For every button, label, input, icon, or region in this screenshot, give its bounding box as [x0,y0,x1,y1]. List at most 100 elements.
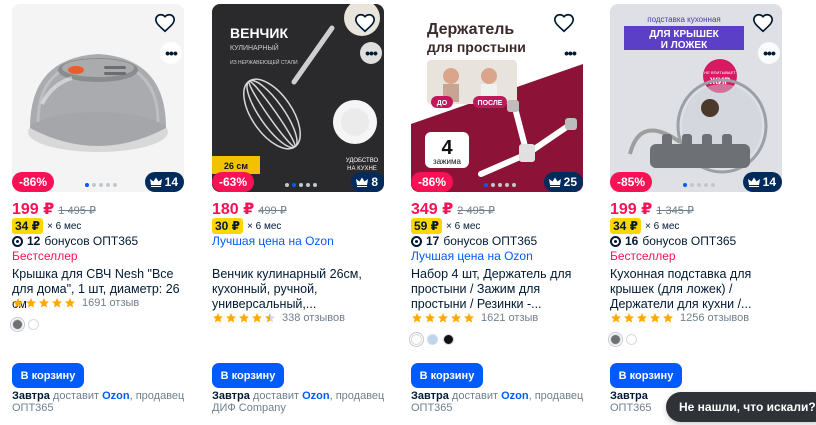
more-dots-icon[interactable]: ••• [559,42,581,64]
installment: 34 ₽ × 6 мес [610,218,679,234]
add-to-cart-button[interactable]: В корзину [610,363,682,388]
installment-term: × 6 мес [47,220,82,232]
installment-term: × 6 мес [446,220,481,232]
star-icon [438,313,448,323]
product-image[interactable]: подставка кухонная ДЛЯ КРЫШЕК И ЛОЖЕК НЕ… [610,4,782,192]
installment-term: × 6 мес [645,220,680,232]
add-to-cart-button[interactable]: В корзину [212,363,284,388]
seller-name[interactable]: ОПТ365 [411,402,453,414]
star-icon [663,313,673,323]
product-title[interactable]: Кухонная подставка для крышек (для ложек… [610,267,760,312]
crown-icon [548,177,561,187]
votes-count: 14 [762,175,776,189]
star-icon [39,298,49,308]
heart-outline-icon[interactable] [752,12,774,34]
image-dots [683,183,715,189]
heart-outline-icon[interactable] [354,12,376,34]
old-price: 1 495 ₽ [58,205,96,217]
product-card-4[interactable]: подставка кухонная ДЛЯ КРЫШЕК И ЛОЖЕК НЕ… [610,0,788,425]
star-icon [213,313,223,323]
reviews-count[interactable]: 1256 отзывов [680,312,749,324]
price: 349 ₽ [411,201,454,218]
image-count: 4 [441,137,453,159]
color-swatch[interactable] [626,334,637,345]
seller-name[interactable]: ОПТ365 [610,402,652,414]
add-to-cart-button[interactable]: В корзину [411,363,483,388]
reviews-count[interactable]: 338 отзывов [282,312,345,324]
star-icon [624,313,634,323]
product-card-3[interactable]: Держатель для простыни ДО ПОСЛЕ 4 зажима… [411,0,589,425]
votes-badge: 14 [144,172,184,192]
delivery-text: доставит [252,390,300,402]
color-swatch[interactable] [12,319,23,330]
star-icon [637,313,647,323]
product-title[interactable]: Венчик кулинарный 26см, кухонный, ручной… [212,267,384,312]
delivery-info: Завтра доставит Ozon, продавец ОПТ365 [411,390,589,414]
color-swatch[interactable] [28,319,39,330]
delivery-seller-label: , продавец [329,390,385,402]
delivery-when: Завтра [610,390,648,402]
product-title[interactable]: Набор 4 шт, Держатель для простыни / Заж… [411,267,583,312]
more-dots-icon[interactable]: ••• [160,42,182,64]
help-chat-button[interactable]: Не нашли, что искали? [666,392,816,422]
rating: 1621 отзыв [411,312,538,324]
bestseller-tag: Бестселлер [12,249,78,263]
price: 199 ₽ [610,201,653,218]
product-image[interactable]: 26 см ВЕНЧИК КУЛИНАРНЫЙ ИЗ НЕРЖАВЕЮЩЕЙ С… [212,4,384,192]
seller-name[interactable]: ОПТ365 [12,402,54,414]
price-row: 199 ₽ 1 345 ₽ [610,199,694,219]
color-swatches [411,334,454,345]
installment-price: 59 ₽ [411,218,443,234]
bonus-text: бонусов ОПТ365 [443,234,538,248]
delivery-info: Завтра ОПТ365 [610,390,670,414]
color-swatch[interactable] [411,334,422,345]
more-dots-icon[interactable]: ••• [758,42,780,64]
votes-badge: 25 [543,172,583,192]
bonus-count: 12 [27,234,41,248]
heart-outline-icon[interactable] [553,12,575,34]
more-dots-icon[interactable]: ••• [360,42,382,64]
price-row: 349 ₽ 2 495 ₽ [411,199,495,219]
bonus-count: 16 [625,234,639,248]
reviews-count[interactable]: 1691 отзыв [82,297,139,309]
discount-badge: -85% [610,172,653,192]
price-row: 199 ₽ 1 495 ₽ [12,199,96,219]
star-icon [239,313,249,323]
product-image[interactable] [12,4,184,192]
bestseller-tag: Бестселлер [610,249,676,263]
star-icon [265,313,275,323]
old-price: 499 ₽ [258,205,287,217]
old-price: 1 345 ₽ [656,205,694,217]
price-row: 180 ₽ 499 ₽ [212,199,287,219]
product-image[interactable]: Держатель для простыни ДО ПОСЛЕ 4 зажима [411,4,583,192]
reviews-count[interactable]: 1621 отзыв [481,312,538,324]
product-card-2[interactable]: 26 см ВЕНЧИК КУЛИНАРНЫЙ ИЗ НЕРЖАВЕЮЩЕЙ С… [212,0,390,425]
bonus-text: бонусов ОПТ365 [642,234,737,248]
bonus-line: 12 бонусов ОПТ365 [12,234,138,248]
bonus-icon [411,235,422,247]
image-dots [285,183,317,189]
image-dots [85,183,117,189]
star-icon [252,313,262,323]
star-icon [464,313,474,323]
color-swatches [610,334,637,345]
votes-badge: 14 [742,172,782,192]
installment-term: × 6 мес [247,220,282,232]
heart-outline-icon[interactable] [154,12,176,34]
installment-price: 34 ₽ [610,218,642,234]
delivery-when: Завтра [12,390,50,402]
image-headline: ВЕНЧИК [230,25,288,41]
product-card-1[interactable]: ••• -86% 14 199 ₽ 1 495 ₽ 34 ₽ × 6 мес 1… [12,0,190,425]
delivery-text: доставит [451,390,499,402]
delivery-when: Завтра [411,390,449,402]
color-swatch[interactable] [443,334,454,345]
color-swatch[interactable] [427,334,438,345]
add-to-cart-button[interactable]: В корзину [12,363,84,388]
image-note: ИЗ НЕРЖАВЕЮЩЕЙ СТАЛИ [230,58,298,66]
rating: 1691 отзыв [12,297,139,309]
star-icon [52,298,62,308]
color-swatch[interactable] [610,334,621,345]
delivery-when: Завтра [212,390,250,402]
seller-name[interactable]: ДИФ Company [212,402,286,414]
delivery-seller-label: , продавец [528,390,584,402]
